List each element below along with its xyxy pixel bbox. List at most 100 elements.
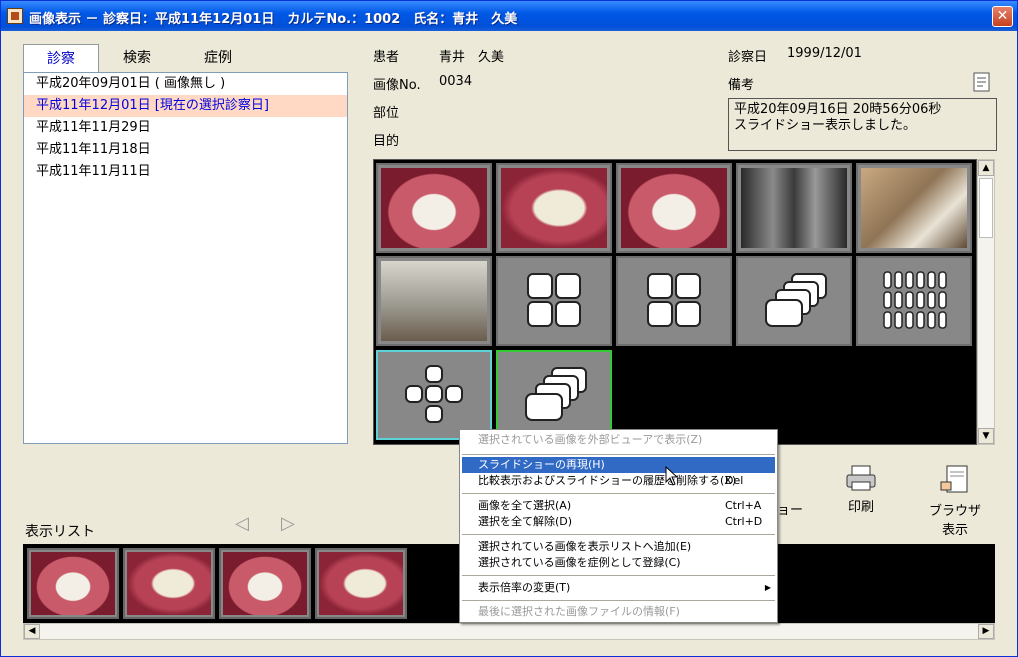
exam-date-list[interactable]: 平成20年09月01日 ( 画像無し ) 平成11年12月01日 [現在の選択診… (23, 72, 348, 444)
patient-label: 患者 (373, 50, 400, 65)
display-horizontal-scrollbar[interactable]: ◀ ▶ (23, 623, 995, 640)
prev-arrow-icon[interactable]: ◁ (235, 513, 249, 534)
menu-item-change-zoom[interactable]: 表示倍率の変更(T) ▶ (462, 580, 775, 596)
exam-date-label: 診察日 (728, 50, 768, 65)
close-button[interactable]: ✕ (992, 6, 1013, 27)
exam-date-item[interactable]: 平成11年11月11日 (24, 161, 347, 183)
edit-note-icon[interactable] (971, 71, 993, 93)
lower-jaw-photo (319, 552, 403, 615)
next-arrow-icon[interactable]: ▷ (281, 513, 295, 534)
exam-date-value: 1999/12/01 (787, 46, 862, 61)
image-viewer-window: 画像表示 － 診察日：平成11年12月01日 カルテNo.：1002 氏名：青井… (0, 0, 1018, 657)
menu-item-select-all[interactable]: 画像を全て選択(A) Ctrl+A (462, 498, 775, 514)
scroll-right-arrow-icon[interactable]: ▶ (978, 624, 994, 639)
menu-shortcut: Ctrl+A (725, 499, 762, 512)
menu-item-label: 最後に選択された画像ファイルの情報(F) (478, 605, 680, 618)
menu-separator (462, 454, 775, 455)
remarks-line: スライドショー表示しました。 (734, 118, 917, 133)
menu-separator (462, 534, 775, 535)
teeth-photo (381, 168, 487, 248)
site-label: 部位 (373, 106, 400, 121)
image-no-label: 画像No. (373, 78, 421, 93)
title-bar[interactable]: 画像表示 － 診察日：平成11年12月01日 カルテNo.：1002 氏名：青井… (1, 1, 1017, 31)
image-tile[interactable] (856, 163, 972, 253)
display-thumbnail[interactable] (27, 548, 119, 619)
comparison-tile[interactable] (496, 256, 612, 346)
image-tile[interactable] (376, 256, 492, 346)
display-thumbnail[interactable] (219, 548, 311, 619)
many-grid-icon (883, 271, 947, 329)
scroll-up-arrow-icon[interactable]: ▲ (978, 160, 994, 176)
tab-bar: 診察 検索 症例 (23, 44, 348, 72)
menu-item-label: 選択を全て解除(D) (478, 515, 573, 528)
image-tile[interactable] (616, 163, 732, 253)
teeth-front-photo (31, 552, 115, 615)
browser-label-line1: ブラウザ (928, 504, 981, 519)
open-mouth-photo (621, 168, 727, 248)
image-tile[interactable] (736, 163, 852, 253)
submenu-arrow-icon: ▶ (764, 583, 771, 592)
window-title: 画像表示 － 診察日：平成11年12月01日 カルテNo.：1002 氏名：青井… (29, 12, 518, 27)
xray-photo (741, 168, 847, 248)
menu-item-add-to-display-list[interactable]: 選択されている画像を表示リストへ追加(E) (462, 539, 775, 555)
mouse-cursor-icon (665, 466, 679, 486)
browser-view-button[interactable]: ブラウザ 表示 (921, 464, 989, 538)
menu-item-file-info[interactable]: 最後に選択された画像ファイルの情報(F) (462, 604, 775, 620)
comparison-tile[interactable] (616, 256, 732, 346)
menu-shortcut: Ctrl+D (725, 515, 763, 528)
slideshow-tile[interactable] (736, 256, 852, 346)
menu-item-label: スライドショーの再現(H) (478, 458, 605, 471)
image-grid[interactable] (373, 159, 977, 445)
menu-item-register-case[interactable]: 選択されている画像を症例として登録(C) (462, 555, 775, 571)
tab-case[interactable]: 症例 (188, 44, 248, 72)
slideshow-button-label[interactable]: ョー (777, 499, 803, 518)
menu-separator (462, 575, 775, 576)
purpose-label: 目的 (373, 134, 400, 149)
remarks-line: 平成20年09月16日 20時56分06秒 (734, 102, 942, 117)
remarks-label: 備考 (728, 78, 755, 93)
menu-item-label: 表示倍率の変更(T) (478, 581, 571, 594)
scroll-left-arrow-icon[interactable]: ◀ (24, 624, 40, 639)
image-tile[interactable] (496, 163, 612, 253)
grid-vertical-scrollbar[interactable]: ▲ ▼ (977, 159, 995, 445)
menu-item-replay-slideshow[interactable]: スライドショーの再現(H) (462, 457, 775, 473)
menu-item-deselect-all[interactable]: 選択を全て解除(D) Ctrl+D (462, 514, 775, 530)
menu-item-label: 選択されている画像を表示リストへ追加(E) (478, 540, 692, 553)
display-thumbnail[interactable] (123, 548, 215, 619)
menu-item-label: 比較表示およびスライドショーの履歴を削除する(X) (478, 474, 737, 487)
menu-item-delete-history[interactable]: 比較表示およびスライドショーの履歴を削除する(X) Del (462, 473, 775, 489)
display-thumbnail[interactable] (315, 548, 407, 619)
cross-layout-icon (405, 365, 463, 423)
slideshow-stack-icon (765, 273, 827, 327)
exam-date-item[interactable]: 平成11年11月18日 (24, 139, 347, 161)
browser-hand-icon (940, 465, 968, 493)
clinic-room-photo (381, 261, 487, 341)
tab-search[interactable]: 検索 (107, 44, 167, 72)
slideshow-stack-icon (525, 367, 587, 421)
clinic-room-photo (861, 168, 967, 248)
print-button[interactable]: 印刷 (837, 464, 885, 515)
printer-icon (846, 465, 876, 491)
menu-item-label: 画像を全て選択(A) (478, 499, 572, 512)
menu-separator (462, 600, 775, 601)
menu-shortcut: Del (725, 474, 744, 487)
remarks-box[interactable]: 平成20年09月16日 20時56分06秒 スライドショー表示しました。 (728, 98, 997, 151)
scroll-thumb[interactable] (979, 178, 993, 238)
menu-item-label: 選択されている画像を外部ビューアで表示(Z) (478, 433, 703, 446)
menu-separator (462, 493, 775, 494)
comparison-tile-selected[interactable] (376, 350, 492, 440)
exam-date-item-selected[interactable]: 平成11年12月01日 [現在の選択診察日] (24, 95, 347, 117)
slideshow-tile-selected[interactable] (496, 350, 612, 440)
image-tile[interactable] (376, 163, 492, 253)
upper-jaw-photo (223, 552, 307, 615)
image-no-value: 0034 (439, 74, 473, 89)
comparison-tile[interactable] (856, 256, 972, 346)
tab-exam[interactable]: 診察 (23, 44, 99, 72)
exam-date-item[interactable]: 平成11年11月29日 (24, 117, 347, 139)
app-icon (7, 8, 23, 24)
exam-date-item[interactable]: 平成20年09月01日 ( 画像無し ) (24, 73, 347, 95)
display-list-label: 表示リスト (25, 524, 95, 540)
menu-item-external-viewer[interactable]: 選択されている画像を外部ビューアで表示(Z) (462, 432, 775, 448)
scroll-down-arrow-icon[interactable]: ▼ (978, 428, 994, 444)
patient-name: 青井 久美 (439, 50, 505, 65)
